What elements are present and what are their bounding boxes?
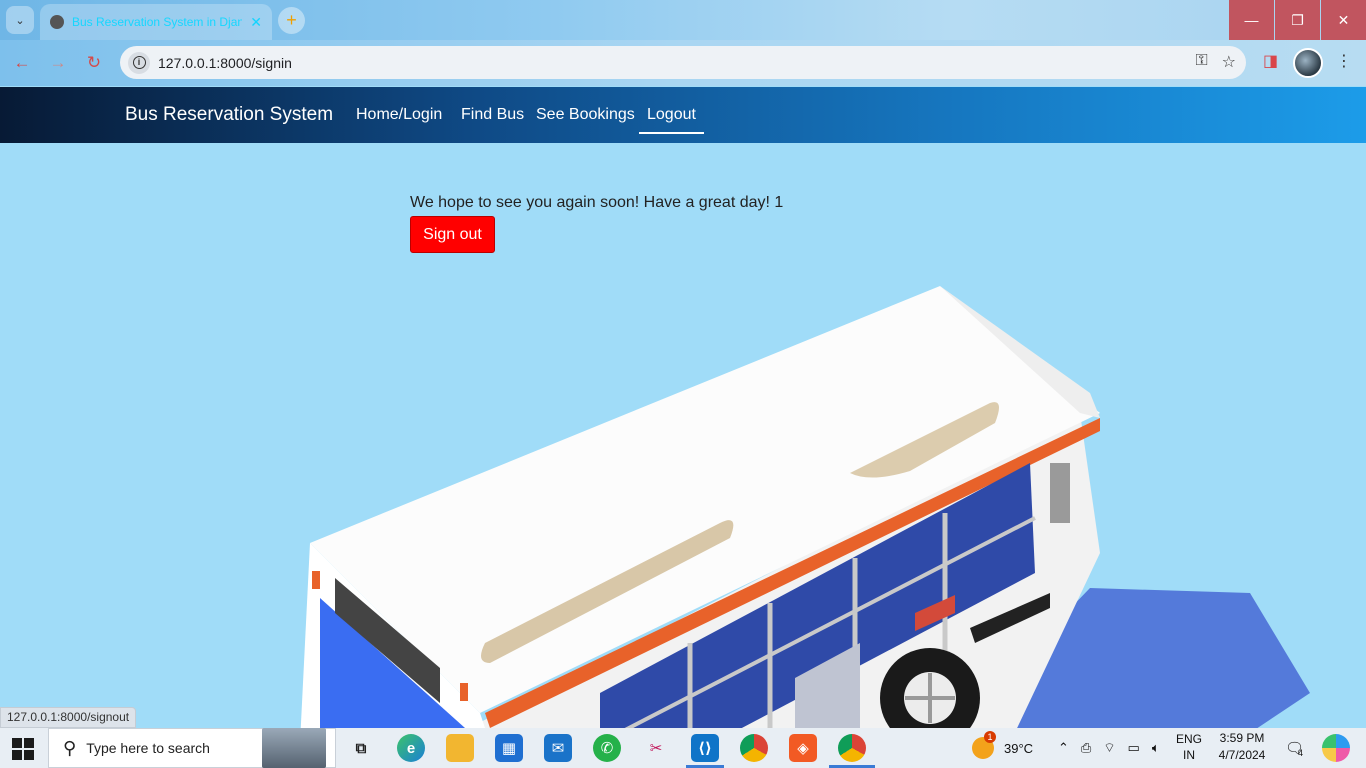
notification-center[interactable]: 🗨︎ 4 [1285, 728, 1304, 768]
battery-icon[interactable]: ▭ [1128, 740, 1140, 756]
system-clock[interactable]: 3:59 PM 4/7/2024 [1212, 730, 1272, 764]
whatsapp-icon[interactable]: ✆ [593, 734, 621, 762]
brand-title[interactable]: Bus Reservation System [125, 104, 333, 126]
address-url[interactable]: 127.0.0.1:8000/signin [158, 55, 292, 71]
site-info-icon[interactable]: i [128, 51, 150, 74]
chrome-icon[interactable] [740, 734, 768, 762]
nav-see-bookings[interactable]: See Bookings [536, 106, 635, 124]
lang-region: IN [1183, 748, 1195, 762]
menu-dots-icon[interactable]: ⋮ [1336, 51, 1352, 71]
taskbar-search-placeholder: Type here to search [86, 740, 210, 756]
store-icon[interactable]: ▦ [495, 734, 523, 762]
browser-tabstrip: ⌄ Bus Reservation System in Django ✕ + —… [0, 0, 1366, 40]
weather-icon: 1 [972, 731, 996, 759]
key-icon[interactable]: ⚿ [1195, 52, 1207, 72]
bookmark-star-icon[interactable]: ☆ [1222, 52, 1236, 72]
brave-icon[interactable]: ◈ [789, 734, 817, 762]
page-content: We hope to see you again soon! Have a gr… [0, 143, 1366, 728]
browser-tab[interactable]: Bus Reservation System in Django ✕ [40, 4, 272, 40]
site-navbar: Bus Reservation System Home/Login Find B… [0, 87, 1366, 143]
tab-search-button[interactable]: ⌄ [6, 6, 34, 34]
sidebar-icon[interactable]: ◨ [1263, 51, 1278, 71]
weather-temp: 39°C [1004, 740, 1034, 756]
clock-date: 4/7/2024 [1218, 748, 1266, 762]
chevron-up-icon[interactable]: ⌃ [1058, 740, 1069, 756]
windows-taskbar: ⚲ Type here to search ⧉ e ▦ ✉ ✆ ✂ ⟨⟩ ◈ 1… [0, 728, 1366, 768]
search-highlight-image[interactable] [262, 728, 326, 768]
wifi-icon[interactable]: ⌔ [1103, 740, 1115, 756]
notification-count: 4 [1298, 748, 1304, 758]
weather-badge: 1 [984, 731, 996, 743]
reload-icon[interactable]: ↻ [83, 52, 105, 74]
minimize-button[interactable]: — [1229, 0, 1274, 40]
goodbye-message: We hope to see you again soon! Have a gr… [410, 194, 784, 211]
task-view-icon[interactable]: ⧉ [347, 734, 375, 762]
address-bar[interactable]: i 127.0.0.1:8000/signin ⚿ ☆ [120, 46, 1246, 79]
tab-close-icon[interactable]: ✕ [250, 14, 262, 31]
edge-icon[interactable]: e [397, 734, 425, 762]
nav-find-bus[interactable]: Find Bus [461, 106, 524, 124]
back-arrow-icon[interactable]: ← [11, 52, 33, 74]
meet-now-icon[interactable]: ⎙ [1081, 740, 1091, 756]
mail-icon[interactable]: ✉ [544, 734, 572, 762]
search-icon: ⚲ [63, 737, 77, 758]
file-explorer-icon[interactable] [446, 734, 474, 762]
weather-widget[interactable]: 1 39°C [972, 728, 1033, 768]
new-tab-button[interactable]: + [278, 7, 305, 34]
close-window-button[interactable]: ✕ [1321, 0, 1366, 40]
tab-title: Bus Reservation System in Django [72, 15, 242, 29]
forward-arrow-icon[interactable]: → [47, 52, 69, 74]
lang-code: ENG [1176, 732, 1203, 746]
volume-icon[interactable]: 🔈︎ [1152, 740, 1160, 756]
profile-avatar[interactable] [1293, 48, 1323, 78]
bus-illustration [300, 286, 1310, 728]
snipping-tool-icon[interactable]: ✂ [642, 734, 670, 762]
browser-toolbar: ← → ↻ i 127.0.0.1:8000/signin ⚿ ☆ ◨ ⋮ [0, 40, 1366, 86]
status-link-preview: 127.0.0.1:8000/signout [0, 707, 137, 728]
windows-start-icon[interactable] [12, 738, 34, 760]
nav-home-login[interactable]: Home/Login [356, 106, 442, 124]
language-indicator[interactable]: ENG IN [1176, 731, 1202, 763]
copilot-icon[interactable] [1322, 734, 1350, 762]
sign-out-button[interactable]: Sign out [410, 216, 495, 253]
vscode-icon[interactable]: ⟨⟩ [691, 734, 719, 762]
restore-button[interactable]: ❐ [1275, 0, 1320, 40]
nav-logout[interactable]: Logout [639, 106, 704, 134]
chevron-down-icon: ⌄ [15, 14, 25, 27]
chrome-active-icon[interactable] [838, 734, 866, 762]
clock-time: 3:59 PM [1219, 731, 1265, 745]
globe-icon [50, 15, 64, 29]
